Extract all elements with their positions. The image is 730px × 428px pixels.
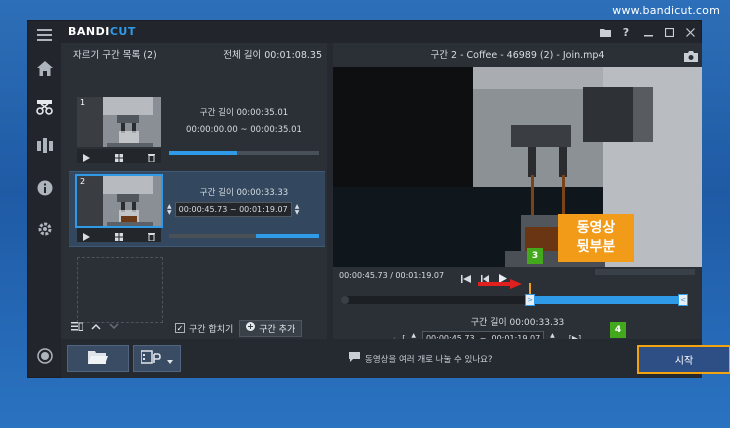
total-length: 전체 길이 00:01:08.35 [223, 50, 322, 61]
record-icon[interactable] [35, 346, 54, 365]
segment-list-header: 자르기 구간 목록 (2) 전체 길이 00:01:08.35 [67, 43, 327, 65]
open-folder-button[interactable] [67, 345, 129, 372]
thumbnail-controls [77, 149, 161, 163]
minimize-icon[interactable] [640, 24, 656, 40]
segment-range-editor: ▲ ▼ 00:00:45.73 ~ 00:01:19.07 ▲ ▼ [167, 202, 299, 217]
segment-item-2[interactable]: 2 구간 길이 00:00:33.33 ▲ ▼ 00:00:45.73 ~ 00:… [69, 171, 325, 247]
help-hint-text: 동영상을 여러 개로 나눌 수 있나요? [365, 354, 493, 365]
start-button[interactable]: 시작 [637, 345, 730, 374]
segment-progress-fill [256, 234, 319, 238]
add-segment-label: 구간 추가 [259, 324, 296, 335]
start-handle[interactable]: > [525, 294, 535, 306]
range-separator: ~ [229, 205, 237, 214]
plus-circle-icon [246, 322, 256, 334]
step-badge-3: 3 [527, 248, 543, 264]
prev-segment-icon[interactable] [461, 268, 471, 287]
maximize-icon[interactable] [661, 24, 677, 40]
folder-open-icon [88, 349, 108, 368]
empty-segment-slot [77, 257, 163, 323]
cut-icon[interactable] [35, 97, 54, 116]
segment-end-time[interactable]: 00:01:19.07 [239, 205, 288, 214]
menu-icon[interactable] [35, 25, 54, 44]
help-icon[interactable]: ? [618, 24, 634, 40]
settings-icon[interactable] [35, 219, 54, 238]
segment-list-footer: ✓ 구간 합치기 구간 추가 [67, 317, 327, 339]
file-title: 구간 2 - Coffee - 46989 (2) - Join.mp4 [430, 50, 605, 61]
video-preview[interactable] [333, 67, 702, 267]
segment-thumbnail[interactable]: 1 [77, 97, 161, 147]
chat-bubble-icon [349, 352, 360, 365]
merge-icon[interactable] [35, 136, 54, 155]
move-down-icon[interactable] [109, 323, 119, 333]
grid-icon[interactable] [115, 147, 123, 166]
folder-icon[interactable] [597, 24, 613, 40]
selected-range[interactable]: > < [525, 294, 688, 306]
segment-range-box[interactable]: 00:00:45.73 ~ 00:01:19.07 [174, 202, 292, 217]
segment-index: 1 [80, 98, 86, 107]
home-icon[interactable] [35, 59, 54, 78]
output-format-button[interactable] [133, 345, 181, 372]
tutorial-callout: 동영상 뒷부분 [558, 214, 634, 262]
grid-icon[interactable] [115, 226, 123, 245]
segment-thumbnail[interactable]: 2 [75, 174, 163, 228]
segment-range: 00:00:00.00 ~ 00:00:35.01 [186, 125, 302, 135]
video-format-icon [140, 349, 163, 368]
bottom-bar: 동영상을 여러 개로 나눌 수 있나요? 시작 [61, 339, 730, 378]
thumbnail-controls [77, 228, 161, 242]
preview-segment-length: 구간 길이 00:00:33.33 [470, 318, 565, 328]
play-icon[interactable] [83, 226, 90, 245]
left-rail [28, 21, 61, 377]
dropdown-chevron-icon [167, 349, 173, 368]
segment-list-title: 자르기 구간 목록 (2) [73, 50, 157, 61]
add-segment-button[interactable]: 구간 추가 [239, 319, 303, 337]
segment-progress [169, 234, 319, 238]
merge-checkbox[interactable]: ✓ [175, 323, 185, 333]
segment-index: 2 [80, 177, 86, 186]
step-up-down-icon[interactable]: ▲▼ [295, 203, 300, 216]
preview-panel: 구간 2 - Coffee - 46989 (2) - Join.mp4 00:… [333, 43, 702, 346]
segment-list-panel: 자르기 구간 목록 (2) 전체 길이 00:01:08.35 1 구간 길이 … [67, 43, 327, 339]
segment-progress-fill [169, 151, 237, 155]
app-window: BANDICUT ? 자르기 구간 목록 (2) 전체 길이 00:01:08.… [27, 20, 730, 378]
volume-slider[interactable] [595, 269, 695, 275]
info-icon[interactable] [35, 178, 54, 197]
trash-icon[interactable] [148, 226, 155, 245]
red-arrow-icon [478, 274, 522, 293]
end-handle[interactable]: < [678, 294, 688, 306]
sort-icon[interactable] [71, 322, 84, 334]
segment-length: 구간 길이 00:00:35.01 [199, 108, 289, 118]
help-hint-link[interactable]: 동영상을 여러 개로 나눌 수 있나요? [349, 352, 493, 365]
play-icon[interactable] [83, 147, 90, 166]
camera-icon[interactable] [684, 47, 698, 66]
timeline-start-cap [341, 296, 349, 304]
move-up-icon[interactable] [91, 323, 101, 333]
title-bar: BANDICUT ? [61, 21, 701, 43]
app-logo: BANDICUT [68, 25, 136, 38]
segment-length: 구간 길이 00:00:33.33 [199, 188, 289, 198]
website-url: www.bandicut.com [612, 4, 720, 17]
callout-line-2: 뒷부분 [576, 239, 616, 255]
close-icon[interactable] [682, 24, 698, 40]
callout-line-1: 동영상 [576, 220, 616, 236]
timeline-track[interactable]: > < [341, 294, 688, 306]
segment-progress [169, 151, 319, 155]
step-up-down-icon[interactable]: ▲▼ [167, 203, 172, 216]
segment-item-1[interactable]: 1 구간 길이 00:00:35.01 00:00:00.00 ~ 00:00:… [69, 93, 325, 169]
segment-start-time[interactable]: 00:00:45.73 [179, 205, 228, 214]
merge-label: 구간 합치기 [189, 324, 234, 335]
step-badge-4: 4 [610, 322, 626, 338]
time-readout: 00:00:45.73 / 00:01:19.07 [339, 271, 445, 280]
trash-icon[interactable] [148, 147, 155, 166]
